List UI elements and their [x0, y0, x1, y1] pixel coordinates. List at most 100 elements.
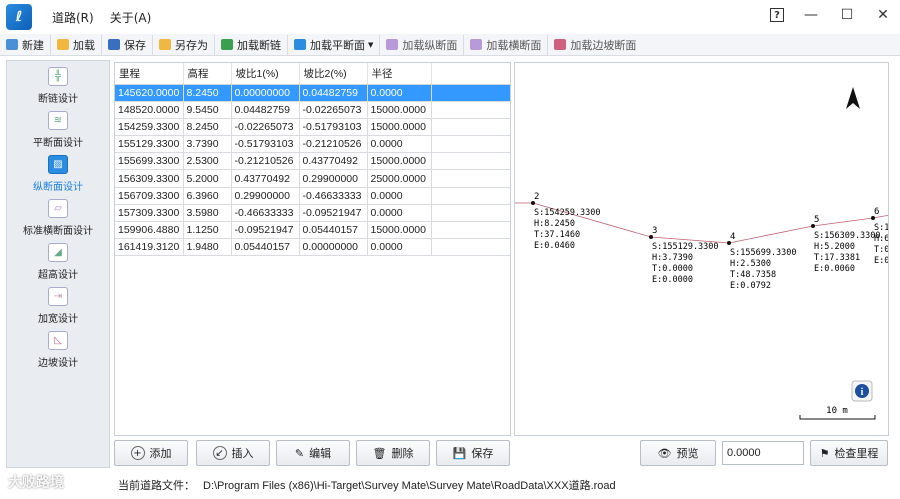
- table-cell[interactable]: 15000.0000: [367, 221, 432, 240]
- sidebar-item-superelevation[interactable]: ◢ 超高设计: [7, 237, 109, 281]
- table-cell[interactable]: 15000.0000: [367, 118, 432, 137]
- new-button[interactable]: 新建: [0, 34, 51, 55]
- table-cell[interactable]: 0.0000: [367, 238, 432, 257]
- table-cell[interactable]: 0.0000: [367, 84, 432, 102]
- delete-button[interactable]: 🗑 删除: [356, 440, 430, 466]
- save-button[interactable]: 保存: [102, 34, 153, 55]
- table-cell[interactable]: 0.00000000: [299, 238, 368, 257]
- table-cell[interactable]: 161419.3120: [115, 238, 184, 257]
- table-cell[interactable]: -0.21210526: [299, 135, 368, 154]
- load-slope-button[interactable]: 加载边坡断面: [548, 35, 642, 55]
- table-row[interactable]: 154259.3300 8.2450 -0.02265073 -0.51793103 1…: [115, 118, 510, 137]
- table-cell[interactable]: 0.43770492: [231, 169, 300, 188]
- table-cell[interactable]: 155699.3300: [115, 152, 184, 171]
- insert-button[interactable]: ↙ 插入: [196, 440, 270, 466]
- table-cell[interactable]: -0.21210526: [231, 152, 300, 171]
- profile-point[interactable]: 4 S:155699.3300H:2.5300T:48.7358E:0.0792: [727, 232, 797, 291]
- sidebar-item-profile[interactable]: ▨ 纵断面设计: [7, 149, 109, 193]
- table-cell[interactable]: 0.0000: [367, 187, 432, 205]
- table-cell[interactable]: 0.29900000: [231, 187, 300, 205]
- sidebar-item-plan[interactable]: ≋ 平断面设计: [7, 105, 109, 149]
- table-cell[interactable]: 6.3960: [183, 187, 232, 205]
- profile-point[interactable]: 3 S:155129.3300H:3.7390T:0.0000E:0.0000: [649, 226, 719, 285]
- info-icon[interactable]: i: [851, 380, 873, 402]
- table-cell[interactable]: 1.9480: [183, 238, 232, 257]
- load-cross-button[interactable]: 加载横断面: [464, 34, 549, 55]
- table-cell[interactable]: 0.05440157: [299, 221, 368, 240]
- table-cell[interactable]: -0.46633333: [231, 204, 300, 223]
- add-button[interactable]: + 添加: [114, 440, 188, 466]
- sidebar-item-chain[interactable]: ╬ 断链设计: [7, 61, 109, 105]
- load-chain-button[interactable]: 加载断链: [215, 34, 288, 55]
- table-cell[interactable]: 2.5300: [183, 152, 232, 171]
- check-chainage-button[interactable]: ⚑ 检查里程: [810, 440, 888, 466]
- sidebar-item-slope[interactable]: ◺ 边坡设计: [7, 325, 109, 369]
- table-cell[interactable]: 148520.0000: [115, 101, 184, 119]
- table-cell[interactable]: 155129.3300: [115, 135, 184, 154]
- save-table-button[interactable]: 💾 保存: [436, 440, 510, 466]
- table-cell[interactable]: -0.51793103: [299, 118, 368, 137]
- sidebar-item-widening[interactable]: ⇥ 加宽设计: [7, 281, 109, 325]
- chainage-value-input[interactable]: 0.0000: [722, 441, 804, 465]
- table-cell[interactable]: 8.2450: [183, 118, 232, 137]
- table-cell[interactable]: -0.46633333: [299, 187, 368, 205]
- table-cell[interactable]: 3.5980: [183, 204, 232, 223]
- sidebar-item-standard-cross[interactable]: ▱ 标准横断面设计: [7, 193, 109, 237]
- table-row[interactable]: 148520.0000 9.5450 0.04482759 -0.02265073 15…: [115, 101, 510, 119]
- col-radius[interactable]: 半径: [367, 63, 432, 85]
- table-cell[interactable]: -0.09521947: [231, 221, 300, 240]
- col-chainage[interactable]: 里程: [115, 63, 184, 85]
- table-cell[interactable]: 145620.0000: [115, 84, 184, 102]
- table-cell[interactable]: 0.00000000: [231, 84, 300, 102]
- profile-point[interactable]: 5 S:156309.3300H:5.2000T:17.3381E:0.0060: [811, 215, 881, 274]
- table-cell[interactable]: 159906.4880: [115, 221, 184, 240]
- table-cell[interactable]: 0.0000: [367, 135, 432, 154]
- table-cell[interactable]: 8.2450: [183, 84, 232, 102]
- table-cell[interactable]: 25000.0000: [367, 169, 432, 188]
- table-cell[interactable]: -0.02265073: [299, 101, 368, 119]
- help-icon[interactable]: ?: [770, 8, 784, 22]
- table-cell[interactable]: -0.02265073: [231, 118, 300, 137]
- table-cell[interactable]: 154259.3300: [115, 118, 184, 137]
- save-as-button[interactable]: 另存为: [153, 34, 215, 55]
- table-cell[interactable]: 0.0000: [367, 204, 432, 223]
- table-cell[interactable]: 15000.0000: [367, 152, 432, 171]
- table-row[interactable]: 155129.3300 3.7390 -0.51793103 -0.21210526 0…: [115, 135, 510, 154]
- minimize-icon[interactable]: —: [802, 6, 820, 24]
- table-cell[interactable]: 157309.3300: [115, 204, 184, 223]
- load-plan-button[interactable]: 加载平断面 ▼: [288, 34, 381, 55]
- table-cell[interactable]: -0.09521947: [299, 204, 368, 223]
- table-cell[interactable]: 156309.3300: [115, 169, 184, 188]
- menu-about[interactable]: 关于(A): [110, 9, 152, 26]
- table-row[interactable]: 145620.0000 8.2450 0.00000000 0.04482759 0.0…: [115, 84, 510, 102]
- table-cell[interactable]: 9.5450: [183, 101, 232, 119]
- table-row[interactable]: 156309.3300 5.2000 0.43770492 0.29900000 250…: [115, 169, 510, 188]
- table-row[interactable]: 157309.3300 3.5980 -0.46633333 -0.09521947 0…: [115, 204, 510, 223]
- table-row[interactable]: 156709.3300 6.3960 0.29900000 -0.46633333 0.…: [115, 187, 510, 205]
- table-cell[interactable]: 0.04482759: [299, 84, 368, 102]
- col-slope2[interactable]: 坡比2(%): [299, 63, 368, 85]
- table-cell[interactable]: 15000.0000: [367, 101, 432, 119]
- profile-canvas[interactable]: 2 S:154259.3300 H:8.2450 T:37.1460 E:0.0460 3…: [514, 62, 889, 436]
- load-profile-button[interactable]: 加载纵断面: [380, 34, 465, 55]
- col-elevation[interactable]: 高程: [183, 63, 232, 85]
- table-cell[interactable]: 0.05440157: [231, 238, 300, 257]
- table-cell[interactable]: 1.1250: [183, 221, 232, 240]
- col-slope1[interactable]: 坡比1(%): [231, 63, 300, 85]
- table-row[interactable]: 155699.3300 2.5300 -0.21210526 0.43770492 15…: [115, 152, 510, 171]
- table-cell[interactable]: 3.7390: [183, 135, 232, 154]
- edit-button[interactable]: ✎ 编辑: [276, 440, 350, 466]
- table-cell[interactable]: -0.51793103: [231, 135, 300, 154]
- table-cell[interactable]: 0.43770492: [299, 152, 368, 171]
- profile-point[interactable]: 2 S:154259.3300H:8.2450T:37.1460E:0.0460: [531, 192, 601, 251]
- preview-button[interactable]: 👁 预览: [640, 440, 716, 466]
- table-cell[interactable]: 0.04482759: [231, 101, 300, 119]
- close-icon[interactable]: ✕: [874, 6, 892, 24]
- table-cell[interactable]: 0.29900000: [299, 169, 368, 188]
- table-cell[interactable]: 5.2000: [183, 169, 232, 188]
- table-cell[interactable]: 156709.3300: [115, 187, 184, 205]
- table-row[interactable]: 159906.4880 1.1250 -0.09521947 0.05440157 15…: [115, 221, 510, 240]
- table-row[interactable]: 161419.3120 1.9480 0.05440157 0.00000000 0.0…: [115, 238, 510, 257]
- menu-road[interactable]: 道路(R): [52, 9, 94, 26]
- load-button[interactable]: 加载: [51, 34, 102, 55]
